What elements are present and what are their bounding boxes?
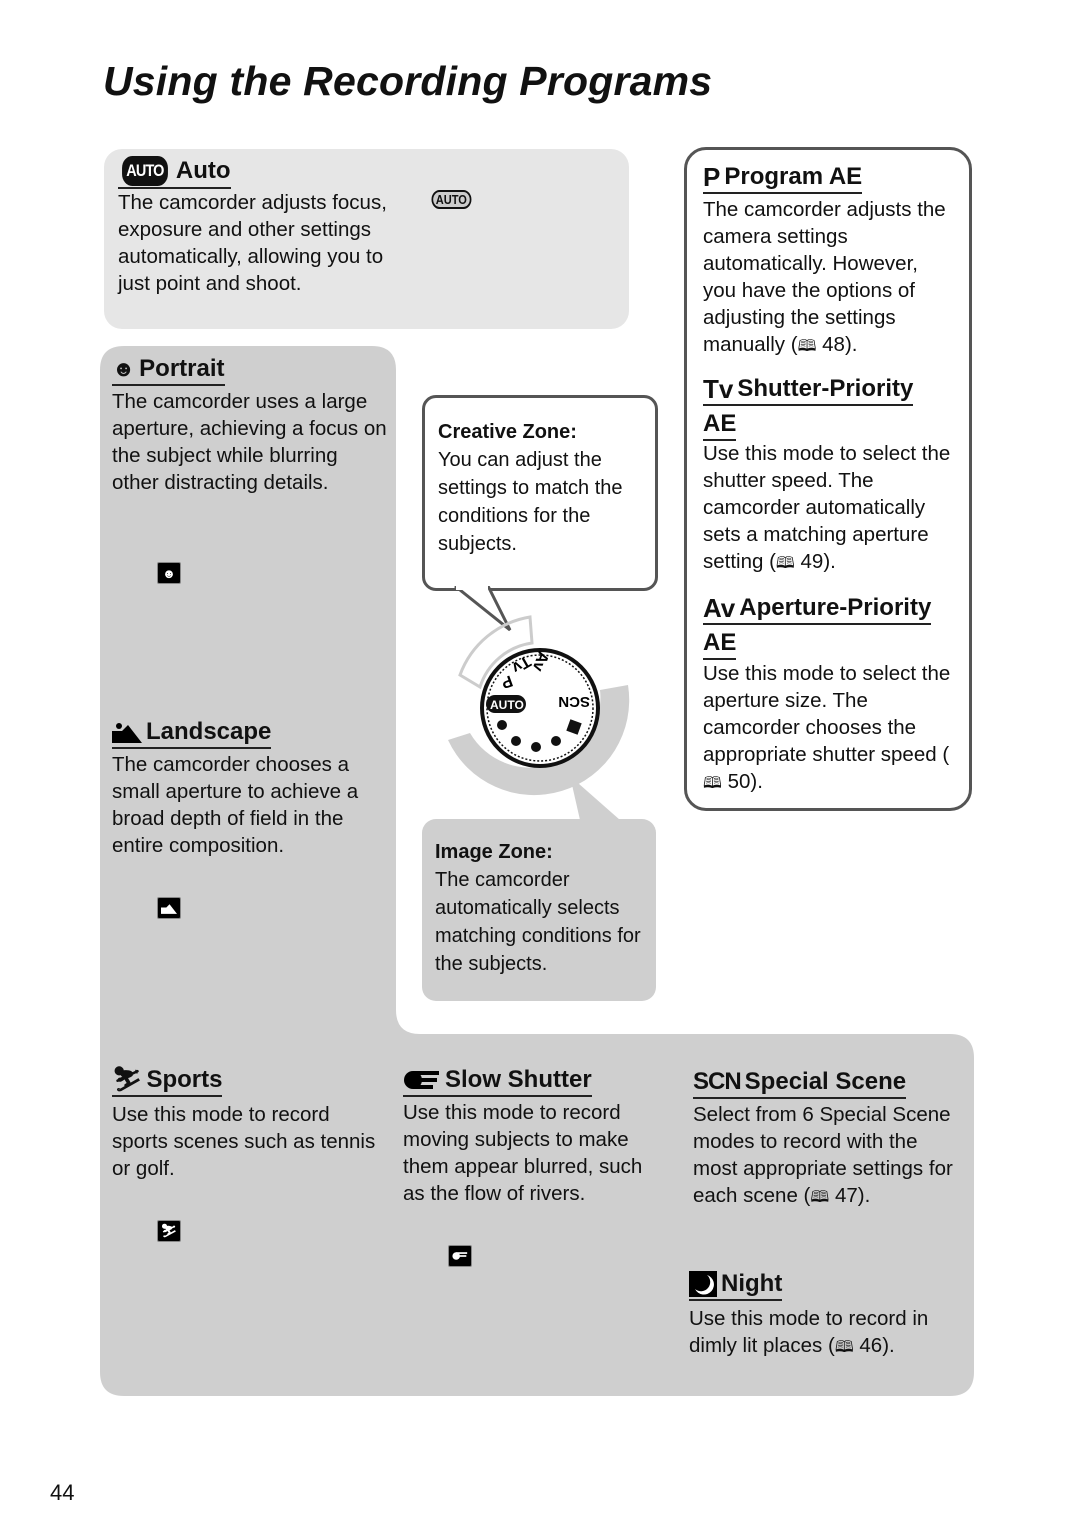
landscape-icon — [112, 721, 142, 743]
p-icon: P — [703, 162, 721, 192]
sports-small-icon: ⛷ — [157, 1220, 181, 1242]
portrait-icon: ☻ — [112, 356, 136, 381]
shutter-priority-description: Use this mode to select the shutter spee… — [703, 440, 958, 577]
sports-icon: ⛷ — [112, 1066, 143, 1093]
book-icon: 🕮 — [775, 555, 795, 572]
sports-description: Use this mode to record sports scenes su… — [112, 1103, 376, 1180]
book-icon: 🕮 — [810, 1189, 830, 1206]
book-icon: 🕮 — [703, 775, 722, 792]
landscape-small-icon — [157, 897, 181, 919]
image-zone-text: Image Zone: The camcorder automatically … — [435, 841, 641, 975]
creative-zone-text: Creative Zone: You can adjust the settin… — [438, 421, 623, 555]
special-scene-heading: SCN Special Scene — [693, 1068, 907, 1099]
portrait-small-icon: ☻ — [157, 562, 181, 584]
slow-shutter-heading: Slow Shutter — [403, 1066, 592, 1097]
program-ae-description: The camcorder adjusts the camera setting… — [703, 196, 953, 360]
av-icon: Av — [703, 593, 736, 623]
landscape-description: The camcorder chooses a small aperture t… — [112, 753, 359, 857]
portrait-heading: ☻ Portrait — [112, 355, 225, 386]
landscape-heading: Landscape — [112, 718, 272, 749]
slow-shutter-small-icon — [448, 1245, 472, 1267]
slow-shutter-description: Use this mode to record moving subjects … — [403, 1101, 643, 1205]
dial-scn: SCN — [558, 693, 590, 710]
night-description: Use this mode to record in dimly lit pla… — [689, 1305, 959, 1361]
night-icon — [689, 1271, 717, 1297]
night-heading: Night — [689, 1270, 783, 1302]
aperture-priority-heading: Av Aperture-Priority AE — [703, 594, 963, 660]
special-scene-description: Select from 6 Special Scene modes to rec… — [693, 1101, 953, 1211]
program-ae-heading: P Program AE — [703, 162, 863, 194]
book-icon: 🕮 — [797, 338, 817, 355]
page-number: 44 — [50, 1480, 75, 1505]
scn-icon: SCN — [693, 1068, 742, 1095]
shutter-priority-heading: Tv Shutter-Priority AE — [703, 375, 953, 441]
image-zone-pointer — [570, 776, 620, 820]
sports-heading: ⛷ Sports — [112, 1066, 223, 1097]
aperture-priority-description: Use this mode to select the aperture siz… — [703, 660, 963, 797]
book-icon: 🕮 — [834, 1339, 854, 1356]
slow-shutter-icon — [403, 1070, 441, 1090]
dial-auto: AUTO — [490, 698, 524, 712]
portrait-description: The camcorder uses a large aperture, ach… — [112, 390, 387, 494]
tv-icon: Tv — [703, 374, 734, 404]
